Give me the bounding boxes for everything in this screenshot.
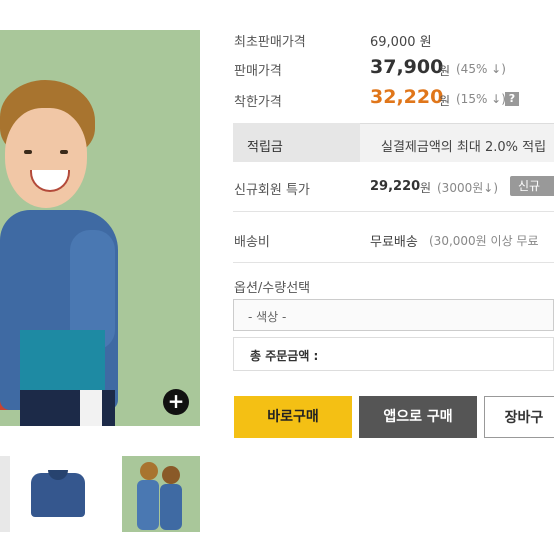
good-price-value: 32,220 [370,86,444,108]
buy-now-button[interactable]: 바로구매 [234,396,352,438]
photo-eye [24,150,32,154]
divider [233,211,554,212]
photo-eye [60,150,68,154]
order-total-box: 총 주문금액 : [233,337,554,371]
thumbnail-head [162,466,180,484]
order-total-label: 총 주문금액 : [250,349,319,363]
shipping-note: (30,000원 이상 무료 [429,234,539,248]
options-title: 옵션/수량선택 [234,281,311,296]
app-buy-button[interactable]: 앱으로 구매 [359,396,477,438]
sale-price-unit: 원 [439,64,451,78]
divider [233,262,554,263]
sale-price-value: 37,900 [370,56,444,78]
shipping-value: 무료배송 [370,235,418,250]
sale-price-label: 판매가격 [234,64,282,79]
new-member-badge[interactable]: 신규 [510,176,554,196]
thumbnail-3[interactable] [122,456,200,532]
thumbnail-2[interactable] [18,456,96,532]
initial-price-label: 최초판매가격 [234,35,306,50]
new-member-label: 신규회원 특가 [234,183,310,198]
new-member-price: 29,220 [370,179,421,194]
product-image[interactable] [0,30,200,426]
zoom-icon[interactable]: + [163,389,189,415]
thumbnail-1[interactable] [0,456,10,532]
cart-button[interactable]: 장바구 [484,396,554,438]
shipping-label: 배송비 [234,235,270,250]
new-member-discount: (3000원↓) [437,181,498,195]
points-value: 실결제금액의 최대 2.0% 적립 [381,140,547,155]
photo-shirt [20,330,105,390]
thumbnail-child [160,484,182,530]
new-member-unit: 원 [420,181,432,195]
initial-price-value: 69,000 원 [370,35,432,50]
help-icon[interactable]: ? [505,92,519,106]
color-select[interactable]: - 색상 - [233,299,554,331]
thumbnail-head [140,462,158,480]
sale-price-discount: (45% ↓) [456,62,506,76]
photo-face [5,108,87,208]
points-label: 적립금 [247,140,283,155]
good-price-unit: 원 [439,94,451,108]
photo-pants-stripe [80,390,102,426]
thumbnail-child [137,480,159,530]
good-price-discount: (15% ↓) [456,92,506,106]
color-select-value: - 색상 - [248,310,287,324]
good-price-label: 착한가격 [234,95,282,110]
